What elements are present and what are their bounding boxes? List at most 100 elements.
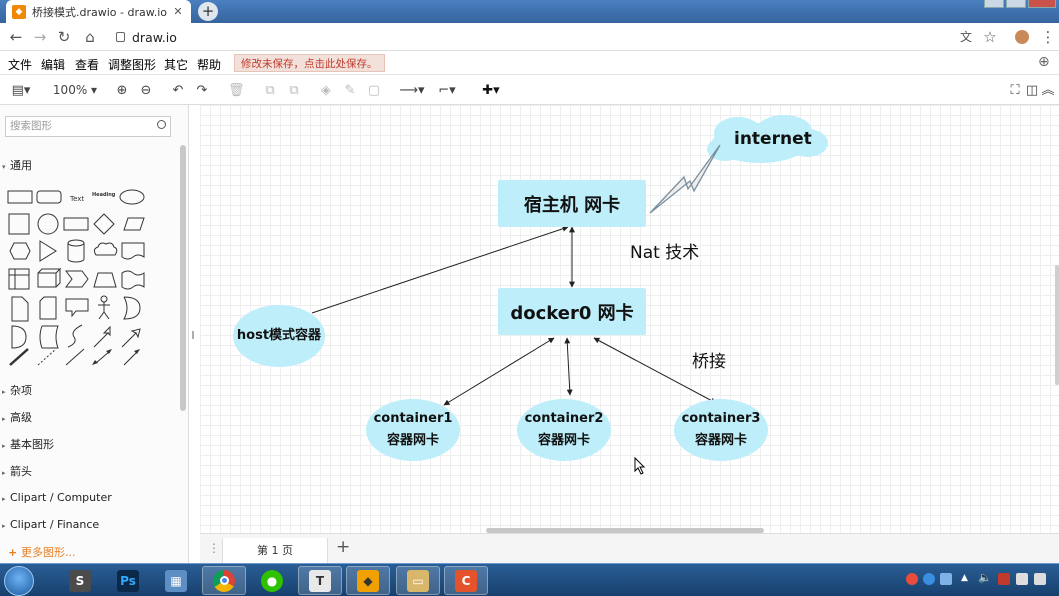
taskbar-app-photoshop[interactable]: Ps <box>106 566 150 595</box>
photoshop-icon: Ps <box>117 569 139 592</box>
sidebar-scrollbar[interactable] <box>180 145 186 411</box>
section-arrows[interactable]: ▸ 箭头 <box>2 463 32 479</box>
new-tab-button[interactable]: + <box>198 2 218 21</box>
section-general[interactable]: ▾ 通用 <box>2 157 32 173</box>
insert-plus-icon[interactable]: ✚▾ <box>478 82 504 99</box>
canvas-horizontal-scrollbar[interactable] <box>486 528 764 533</box>
bridge-label[interactable]: 桥接 <box>692 347 726 372</box>
dashed-line-shape <box>37 348 57 366</box>
action-center-icon[interactable] <box>1034 573 1046 585</box>
browser-tab[interactable]: ◆ 桥接模式.drawio - draw.io ✕ <box>6 0 191 23</box>
to-front-icon[interactable]: ⧉ <box>262 82 278 99</box>
container2-name: container2 <box>524 411 604 426</box>
zoom-out-icon[interactable]: ⊖ <box>138 82 154 99</box>
recorder-tray-icon[interactable] <box>998 573 1010 585</box>
host-container-node[interactable]: host模式容器 <box>233 305 325 367</box>
fullscreen-icon[interactable]: ⛶ <box>1008 82 1022 99</box>
taskbar-app-wechat[interactable]: ● <box>250 566 294 595</box>
format-panel-icon[interactable]: ▤▾ <box>8 82 34 99</box>
avatar[interactable] <box>1012 27 1032 47</box>
collapse-icon[interactable]: ︽ <box>1041 82 1055 99</box>
taskbar-app-drawio[interactable]: ◆ <box>346 566 390 595</box>
connection-style-icon[interactable]: ⟶▾ <box>398 82 426 99</box>
section-clipart-computer[interactable]: ▸ Clipart / Computer <box>2 491 112 504</box>
section-general-label: 通用 <box>10 159 32 172</box>
delete-icon[interactable]: 🗑 <box>228 82 245 99</box>
network-tray-icon[interactable] <box>1016 573 1028 585</box>
menu-file[interactable]: 文件 <box>8 56 32 73</box>
menu-help[interactable]: 帮助 <box>197 56 221 73</box>
volume-icon[interactable]: 🔈 <box>978 571 992 584</box>
docker0-nic-node[interactable]: docker0 网卡 <box>498 288 646 335</box>
url-field[interactable]: draw.io <box>112 27 952 48</box>
reload-icon[interactable]: ↻ <box>54 27 74 47</box>
section-basic[interactable]: ▸ 基本图形 <box>2 436 54 452</box>
internet-label[interactable]: internet <box>734 129 812 149</box>
waypoints-icon[interactable]: ⌐▾ <box>434 82 460 99</box>
panel-toggle-icon[interactable]: ◫ <box>1025 82 1039 99</box>
directional-arrow-shape <box>123 350 139 366</box>
arrow-shape <box>121 328 141 348</box>
edge-docker0-container2 <box>564 337 573 396</box>
redo-icon[interactable]: ↷ <box>194 82 210 99</box>
maximize-button[interactable] <box>1006 0 1026 8</box>
undo-icon[interactable]: ↶ <box>170 82 186 99</box>
taskbar-app-typora[interactable]: T <box>298 566 342 595</box>
sidebar-resize-handle[interactable]: ‖ <box>191 330 195 339</box>
close-window-button[interactable] <box>1028 0 1056 8</box>
table-grid-lines <box>9 269 29 289</box>
container1-node[interactable]: container1 容器网卡 <box>366 399 460 461</box>
diagram-canvas[interactable]: internet 宿主机 网卡 docker0 网卡 host模式容器 Nat … <box>200 105 1059 533</box>
add-page-button[interactable]: + <box>336 537 350 557</box>
start-button[interactable] <box>4 566 34 596</box>
section-clipart-finance[interactable]: ▸ Clipart / Finance <box>2 518 99 531</box>
taskbar-app-camtasia[interactable]: C <box>444 566 488 595</box>
minimize-button[interactable] <box>984 0 1004 8</box>
nat-label[interactable]: Nat 技术 <box>630 238 699 263</box>
page-tab-1[interactable]: 第 1 页 <box>222 538 328 564</box>
line-color-icon[interactable]: ✎ <box>342 82 358 99</box>
shadow-icon[interactable]: ▢ <box>366 82 382 99</box>
taskbar-app-network[interactable]: ▦ <box>154 566 198 595</box>
forward-icon[interactable]: → <box>30 27 50 47</box>
menu-arrange[interactable]: 调整图形 <box>108 56 156 73</box>
close-tab-icon[interactable]: ✕ <box>171 5 185 18</box>
to-back-icon[interactable]: ⧉ <box>286 82 302 99</box>
plus-icon: + <box>8 546 22 559</box>
host-nic-node[interactable]: 宿主机 网卡 <box>498 180 646 227</box>
help-tray-icon[interactable] <box>923 573 935 585</box>
menu-edit[interactable]: 编辑 <box>41 56 65 73</box>
table-shape <box>8 268 30 290</box>
back-icon[interactable]: ← <box>6 27 26 47</box>
translate-icon[interactable]: 文 <box>956 27 976 47</box>
container3-node[interactable]: container3 容器网卡 <box>674 399 768 461</box>
section-clipart-computer-label: Clipart / Computer <box>10 491 112 504</box>
zoom-in-icon[interactable]: ⊕ <box>114 82 130 99</box>
shape-search-input[interactable]: 搜索图形 <box>5 116 171 137</box>
more-shapes-link[interactable]: + 更多图形... <box>8 544 76 560</box>
zoom-dropdown[interactable]: 100% ▾ <box>52 82 98 99</box>
menu-view[interactable]: 查看 <box>75 56 99 73</box>
bookmark-star-icon[interactable]: ☆ <box>980 27 1000 47</box>
canvas-vertical-scrollbar[interactable] <box>1055 265 1059 385</box>
show-hidden-icons[interactable]: ▲ <box>961 573 968 583</box>
sogou-tray-icon[interactable] <box>906 573 918 585</box>
pages-menu-icon[interactable]: ⋮ <box>208 541 220 555</box>
unsaved-changes-notice[interactable]: 修改未保存，点击此处保存。 <box>234 54 385 72</box>
container2-node[interactable]: container2 容器网卡 <box>517 399 611 461</box>
section-misc[interactable]: ▸ 杂项 <box>2 382 32 398</box>
or-shape <box>123 296 141 320</box>
taskbar-app-explorer[interactable]: ▭ <box>396 566 440 595</box>
menu-extras[interactable]: 其它 <box>164 56 188 73</box>
fill-color-icon[interactable]: ◈ <box>318 82 334 99</box>
taskbar-app-chrome[interactable] <box>202 566 246 595</box>
home-icon[interactable]: ⌂ <box>80 27 100 47</box>
shape-sidebar: 搜索图形 ▾ 通用 Text Heading ▸ 杂项 ▸ 高级 ▸ 基本图形 … <box>0 105 189 563</box>
section-advanced[interactable]: ▸ 高级 <box>2 409 32 425</box>
container2-sub: 容器网卡 <box>537 433 590 448</box>
settings-tray-icon[interactable] <box>940 573 952 585</box>
search-icon[interactable] <box>157 120 166 129</box>
language-globe-icon[interactable]: ⊕ <box>1038 54 1050 70</box>
taskbar-app-sublime[interactable]: S <box>58 566 102 595</box>
browser-menu-icon[interactable]: ⋮ <box>1038 27 1058 47</box>
